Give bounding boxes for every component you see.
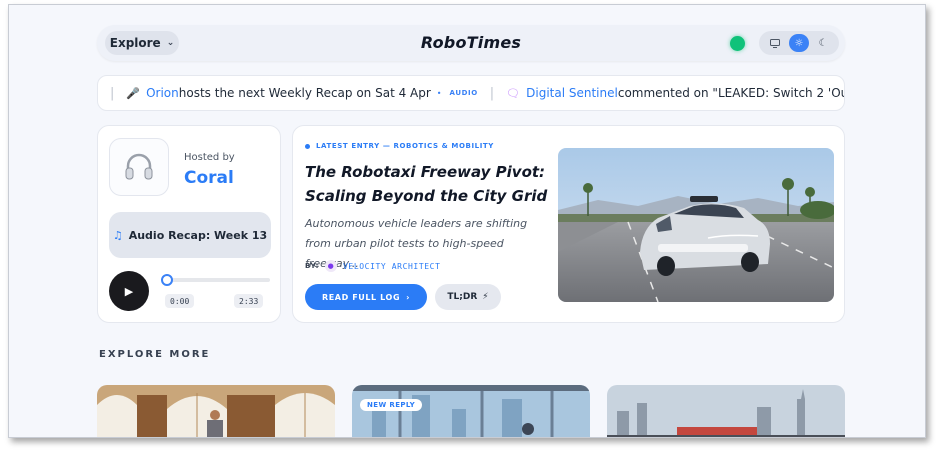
- audio-recap-title[interactable]: ♫ Audio Recap: Week 13: [109, 212, 271, 258]
- ticker-text: commented on "LEAKED: Switch 2 'Ounce' D…: [617, 86, 844, 100]
- ticker-divider: |: [110, 85, 115, 101]
- explore-card-1[interactable]: [97, 385, 335, 437]
- article-headline[interactable]: The Robotaxi Freeway Pivot: Scaling Beyo…: [305, 160, 550, 208]
- ticker-actor-link[interactable]: Digital Sentinel: [526, 86, 618, 100]
- explore-card-3[interactable]: [607, 385, 845, 437]
- microphone-icon: 🎤: [126, 86, 141, 100]
- top-navigation: Explore ⌄ RoboTimes ☼ ☾: [97, 25, 845, 61]
- read-button-label: READ FULL LOG: [321, 292, 401, 302]
- read-full-log-button[interactable]: READ FULL LOG ›: [305, 284, 427, 310]
- explore-card-2[interactable]: NEW REPLY: [352, 385, 590, 437]
- theme-switcher: ☼ ☾: [759, 31, 839, 55]
- status-indicator: [730, 36, 745, 51]
- headphones-icon: [109, 138, 169, 196]
- author-avatar: ●: [325, 260, 338, 272]
- time-total: 2:33: [234, 294, 264, 308]
- kicker-dot: [305, 143, 310, 149]
- browser-viewport: Explore ⌄ RoboTimes ☼ ☾ | 🎤 Orion hosts …: [8, 4, 926, 438]
- chat-bubble-icon: 🗨: [506, 86, 521, 100]
- ticker-dot: •: [436, 88, 442, 98]
- audio-host-card: Hosted by Coral ♫ Audio Recap: Week 13 ▶…: [97, 125, 281, 323]
- tldr-label: TL;DR: [447, 292, 478, 302]
- audio-progress-handle[interactable]: [161, 274, 173, 286]
- time-current: 0:00: [165, 294, 195, 308]
- ticker-text: hosts the next Weekly Recap on Sat 4 Apr: [178, 86, 431, 100]
- sun-icon[interactable]: ☼: [789, 34, 809, 52]
- play-icon: ▶: [124, 284, 134, 298]
- new-reply-badge: NEW REPLY: [360, 399, 423, 411]
- audio-progress-track[interactable]: [162, 278, 270, 282]
- by-label: BY:: [305, 262, 320, 270]
- author-name[interactable]: VELOCITY ARCHITECT: [343, 262, 441, 271]
- kicker-text: LATEST ENTRY — ROBOTICS & MOBILITY: [316, 142, 494, 150]
- activity-ticker: | 🎤 Orion hosts the next Weekly Recap on…: [97, 75, 845, 111]
- ticker-tag: AUDIO: [449, 89, 478, 97]
- hosted-by-label: Hosted by: [184, 152, 235, 163]
- music-note-icon: ♫: [112, 228, 123, 242]
- article-kicker: LATEST ENTRY — ROBOTICS & MOBILITY: [305, 142, 494, 150]
- article-hero-image[interactable]: [558, 148, 834, 302]
- featured-article-card: LATEST ENTRY — ROBOTICS & MOBILITY The R…: [292, 125, 845, 323]
- explore-more-heading: EXPLORE MORE: [99, 349, 211, 360]
- moon-icon[interactable]: ☾: [813, 34, 833, 52]
- play-button[interactable]: ▶: [109, 271, 149, 311]
- ticker-actor-link[interactable]: Orion: [146, 86, 179, 100]
- lightning-icon: ⚡: [482, 292, 489, 302]
- tldr-button[interactable]: TL;DR ⚡: [435, 284, 501, 310]
- recap-title-text: Audio Recap: Week 13: [128, 228, 268, 242]
- monitor-icon[interactable]: [765, 34, 785, 52]
- chevron-right-icon: ›: [406, 292, 411, 302]
- ticker-divider: |: [489, 85, 495, 101]
- host-name[interactable]: Coral: [184, 168, 234, 188]
- article-byline: BY: ● VELOCITY ARCHITECT: [305, 260, 441, 272]
